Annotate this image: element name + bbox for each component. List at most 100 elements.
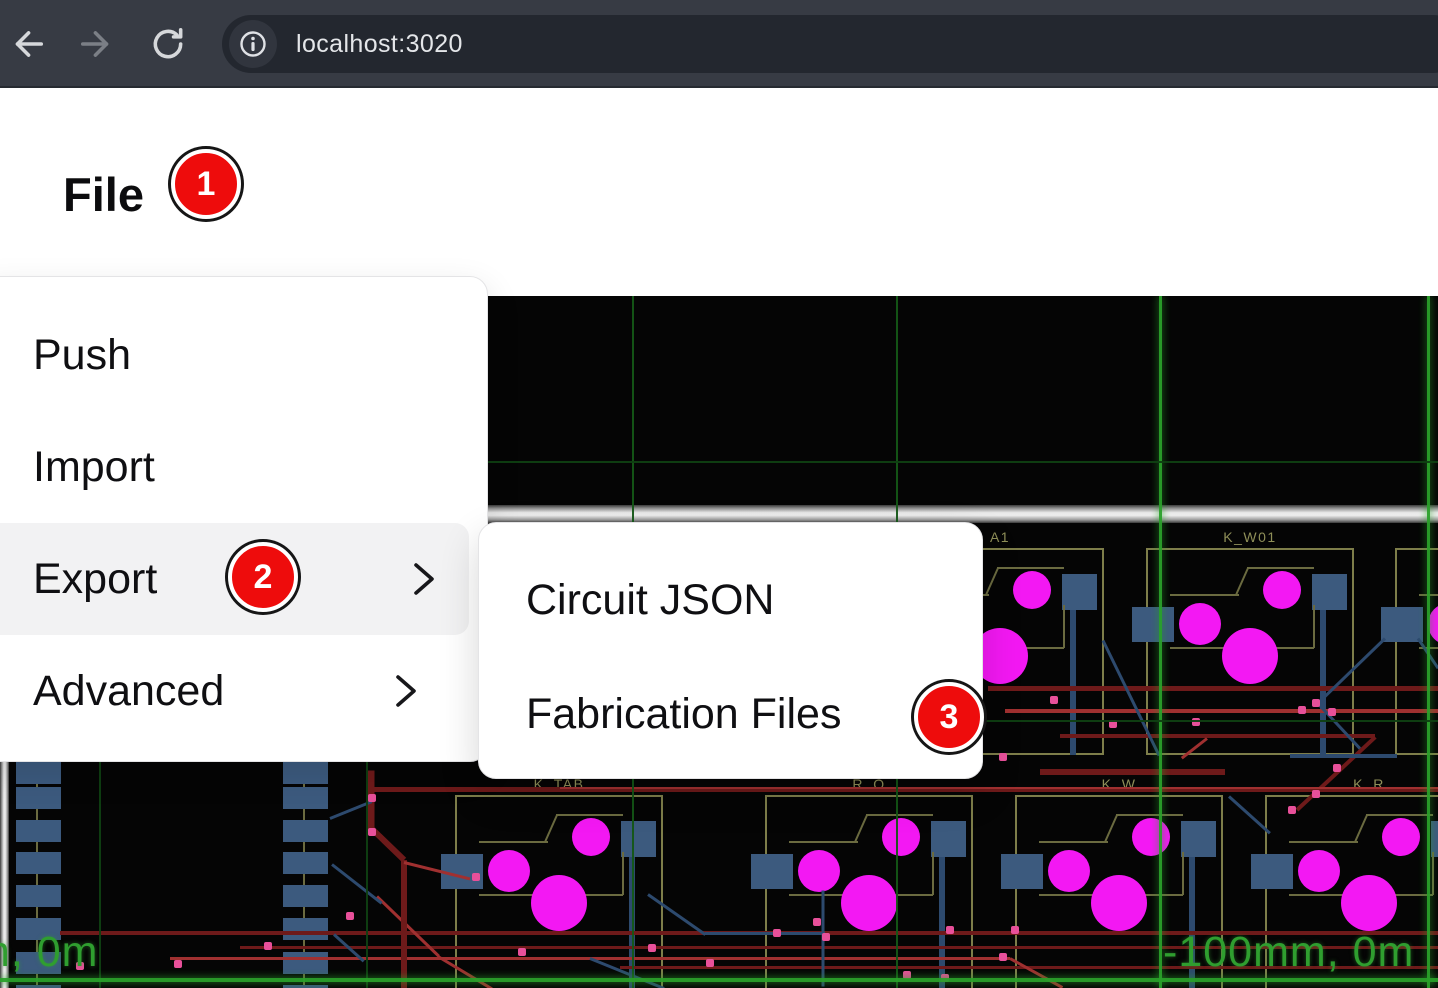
silkscreen-line (556, 814, 623, 816)
pcb-pad (931, 821, 966, 857)
pcb-via (648, 944, 656, 952)
silkscreen-line (1313, 605, 1315, 648)
ic-pad (16, 852, 61, 874)
silkscreen-line (1063, 605, 1065, 648)
menu-item-advanced[interactable]: Advanced (0, 635, 487, 747)
pcb-pad (1062, 574, 1097, 610)
silkscreen-line (1432, 852, 1434, 895)
pcb-via (706, 959, 714, 967)
pcb-hole (1222, 628, 1278, 684)
silkscreen-line (997, 567, 1064, 569)
pcb-hole (841, 875, 897, 931)
pcb-via (946, 926, 954, 934)
pcb-footprint (1395, 548, 1438, 755)
coordinate-label: m, 0m (0, 928, 98, 977)
export-submenu: Circuit JSON Fabrication Files (478, 522, 983, 779)
pcb-via (368, 794, 376, 802)
pcb-hole (1048, 850, 1090, 892)
pcb-trace (1040, 769, 1225, 775)
pcb-pad (751, 854, 793, 889)
file-menu-button[interactable]: File (63, 167, 144, 222)
pcb-via (822, 933, 830, 941)
annotation-badge-3: 3 (914, 682, 984, 752)
pcb-hole (1132, 818, 1170, 856)
menu-item-label: Fabrication Files (526, 690, 841, 739)
pcb-pad (1132, 607, 1174, 642)
pcb-trace (1290, 754, 1397, 758)
ic-pad (16, 820, 61, 842)
pcb-hole (1263, 571, 1301, 609)
ic-pad (16, 762, 61, 784)
pcb-via (472, 873, 480, 881)
coordinate-label: -100mm, 0m (1163, 928, 1414, 977)
silkscreen-line (622, 852, 624, 895)
menu-item-label: Advanced (33, 667, 224, 716)
file-dropdown-menu: Push Import Export Advanced (0, 276, 488, 762)
silkscreen-line (1289, 841, 1358, 843)
menu-item-label: Push (33, 331, 131, 380)
silkscreen-line (985, 568, 999, 595)
chevron-right-icon (393, 673, 419, 709)
ic-pad (283, 820, 328, 842)
pcb-hole (1091, 875, 1147, 931)
pcb-hole (1179, 603, 1221, 645)
pcb-via (999, 953, 1007, 961)
ic-pad (283, 952, 328, 974)
silkscreen-line (303, 842, 305, 852)
pcb-trace (401, 860, 407, 988)
pcb-via (1288, 806, 1296, 814)
forward-icon[interactable] (75, 22, 119, 66)
ic-pad (283, 762, 328, 784)
pcb-footprint-label: K_W01 (1223, 529, 1276, 545)
pcb-hole (488, 850, 530, 892)
menu-item-label: Export (33, 555, 157, 604)
menu-item-push[interactable]: Push (0, 299, 487, 411)
pcb-pad (1312, 574, 1347, 610)
annotation-badge-1: 1 (171, 149, 241, 219)
silkscreen-line (866, 814, 933, 816)
reload-icon[interactable] (146, 22, 190, 66)
pcb-pad (1001, 854, 1043, 889)
silkscreen-line (1039, 841, 1108, 843)
silkscreen-line (1116, 814, 1183, 816)
silkscreen-line (303, 809, 305, 820)
grid-line-vertical (1159, 296, 1162, 988)
pcb-trace (988, 686, 1438, 691)
grid-line-horizontal (0, 978, 1438, 982)
silkscreen-line (1182, 852, 1184, 895)
pcb-hole (1382, 818, 1420, 856)
chevron-right-icon (411, 561, 437, 597)
pcb-via (264, 942, 272, 950)
pcb-hole (798, 850, 840, 892)
pcb-via (174, 960, 182, 968)
pcb-via (1312, 699, 1320, 707)
menu-item-import[interactable]: Import (0, 411, 487, 523)
ic-pad (283, 787, 328, 809)
silkscreen-line (1247, 567, 1314, 569)
pcb-pad (1181, 821, 1216, 857)
pcb-via (346, 912, 354, 920)
pcb-hole (1428, 603, 1438, 645)
pcb-via (368, 828, 376, 836)
browser-toolbar: localhost:3020 (0, 0, 1438, 88)
pcb-via (1312, 790, 1320, 798)
address-bar[interactable]: localhost:3020 (222, 15, 1438, 73)
menu-item-label: Import (33, 443, 155, 492)
pcb-via (1050, 696, 1058, 704)
silkscreen-line (479, 841, 548, 843)
silkscreen-line (1170, 594, 1239, 596)
silkscreen-line (36, 842, 38, 852)
pcb-trace (560, 787, 1438, 789)
silkscreen-line (854, 815, 868, 842)
ic-pad (283, 918, 328, 940)
site-info-icon[interactable] (229, 20, 277, 68)
silkscreen-line (303, 907, 305, 918)
silkscreen-line (1354, 815, 1368, 842)
submenu-item-circuit-json[interactable]: Circuit JSON (479, 543, 982, 657)
pcb-via (773, 929, 781, 937)
pcb-pad (621, 821, 656, 857)
back-icon[interactable] (5, 22, 49, 66)
submenu-item-fabrication-files[interactable]: Fabrication Files (479, 657, 982, 771)
grid-line-vertical (1427, 296, 1430, 988)
pcb-hole (882, 818, 920, 856)
